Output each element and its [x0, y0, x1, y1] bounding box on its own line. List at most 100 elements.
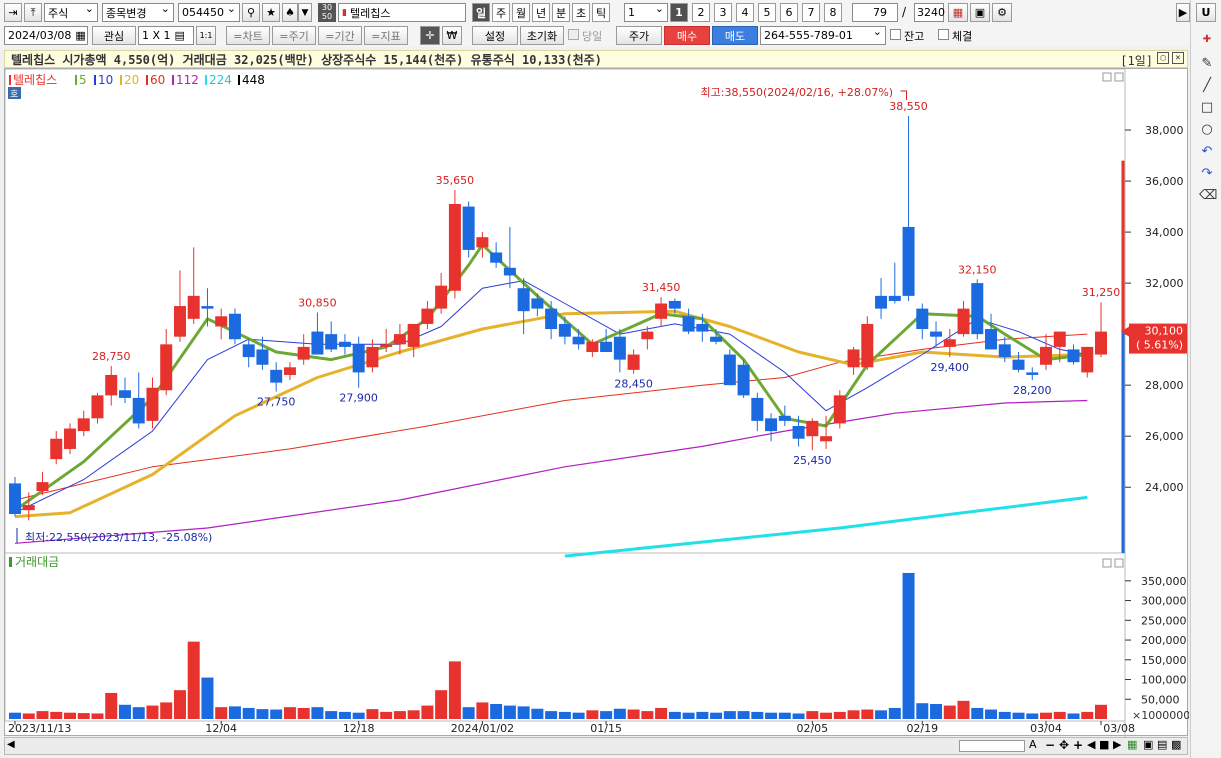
redo-icon[interactable]: ↷ — [1199, 166, 1215, 182]
rectangle-tool-icon[interactable]: □ — [1199, 100, 1215, 116]
play-back-icon[interactable]: ◀ — [1087, 738, 1095, 751]
stock-change-select[interactable]: 종목변경 — [102, 2, 174, 22]
candle-body — [668, 300, 681, 309]
stock-name-field[interactable]: ▮ 텔레칩스 — [338, 3, 466, 22]
ma60-line — [14, 333, 1088, 501]
print-icon[interactable]: ▣ — [1143, 738, 1153, 751]
layout-number-button[interactable]: 6 — [780, 3, 798, 22]
period-button[interactable]: 월 — [512, 3, 530, 22]
circle-tool-icon[interactable]: ○ — [1199, 122, 1215, 138]
search-icon[interactable]: ⚲ — [242, 3, 260, 22]
close-icon[interactable]: ✕ — [1172, 52, 1184, 64]
layout-number-button[interactable]: 8 — [824, 3, 842, 22]
zoom-slider[interactable] — [959, 740, 1025, 752]
layout-number-button[interactable]: 1 — [670, 3, 688, 22]
price-axis-label: 32,000 — [1145, 277, 1184, 290]
play-icon[interactable]: ▶ — [1113, 738, 1121, 751]
indicator-button[interactable]: =지표 — [364, 26, 408, 45]
chart-svg[interactable]: 38,00036,00034,00032,00030,00028,00026,0… — [4, 68, 1190, 737]
star-icon[interactable]: ★ — [262, 3, 280, 22]
spade-icon[interactable]: ♠ — [282, 3, 298, 22]
candle-body — [985, 329, 998, 350]
range-button[interactable]: =기간 — [318, 26, 362, 45]
volume-bar — [36, 711, 49, 719]
table-icon[interactable]: ▤ — [175, 29, 185, 42]
bottom-scrollbar[interactable]: ◀ A − ✥ + ◀ ■ ▶ ▦ ▣ ▤ ▩ — [4, 737, 1188, 755]
volume-bar — [366, 709, 379, 719]
zoom-in-icon[interactable]: + — [1073, 738, 1083, 752]
save-icon[interactable]: ▣ — [970, 3, 990, 22]
legend-ma-swatch — [75, 75, 77, 85]
link-icon[interactable]: ⤒ — [24, 3, 42, 22]
today-checkbox[interactable] — [568, 29, 579, 40]
layout-number-button[interactable]: 2 — [692, 3, 710, 22]
layout-number-button[interactable]: 5 — [758, 3, 776, 22]
line-tool-icon[interactable]: ╱ — [1199, 78, 1215, 94]
view-count-input[interactable]: 79 — [852, 3, 898, 22]
undo-icon[interactable]: ↶ — [1199, 144, 1215, 160]
restore-icon[interactable]: ▢ — [1157, 52, 1169, 64]
excel-icon[interactable]: ▦ — [1127, 738, 1137, 751]
interval-select[interactable]: 1 — [624, 2, 668, 22]
volume-bar — [998, 711, 1011, 719]
sell-button[interactable]: 매도 — [712, 26, 758, 45]
settings-button[interactable]: 설정 — [472, 26, 518, 45]
calendar-icon[interactable]: ▦ — [75, 29, 85, 42]
won-button[interactable]: ₩ — [442, 26, 462, 45]
date-input[interactable]: 2024/03/08 ▦ — [4, 26, 88, 45]
move-icon[interactable]: ✥ — [1059, 738, 1069, 752]
fill-checkbox[interactable] — [938, 29, 949, 40]
candle-body — [503, 267, 516, 276]
candle-body — [765, 418, 778, 432]
layout-number-button[interactable]: 3 — [714, 3, 732, 22]
volume-axis-label: 50,000 — [1141, 693, 1180, 706]
layout-number-button[interactable]: 7 — [802, 3, 820, 22]
one-to-one-icon[interactable]: 1:1 — [196, 26, 216, 45]
chart-button[interactable]: =차트 — [226, 26, 270, 45]
period-button[interactable]: 틱 — [592, 3, 610, 22]
gear-icon[interactable]: ⚙ — [992, 3, 1012, 22]
account-select[interactable]: 264-555-789-01 — [760, 25, 886, 45]
dropdown-icon[interactable]: ▼ — [298, 3, 312, 22]
layout-field[interactable]: 1 X 1 ▤ — [138, 26, 194, 45]
period-button[interactable]: 주 — [492, 3, 510, 22]
balance-checkbox[interactable] — [890, 29, 901, 40]
chart-area[interactable]: 38,00036,00034,00032,00030,00028,00026,0… — [4, 68, 1190, 737]
buy-button[interactable]: 매수 — [664, 26, 710, 45]
code-input[interactable]: 054450 — [178, 2, 240, 22]
candle-body — [146, 387, 159, 421]
candle-body — [710, 336, 723, 342]
tool-plus-icon[interactable]: ✚ — [1199, 32, 1215, 48]
market-select[interactable]: 주식 — [44, 2, 98, 22]
candle-body — [462, 206, 475, 250]
font-size-icon[interactable]: A — [1029, 738, 1037, 751]
pin-icon[interactable]: ⇥ — [4, 3, 22, 22]
period-button[interactable]: 년 — [532, 3, 550, 22]
grid-icon[interactable]: ▦ — [948, 3, 968, 22]
volume-bar — [270, 709, 283, 719]
main-toolbar: ⇥ ⤒ 주식 종목변경 054450 ⚲ ★ ♠ ▼ 30 50 ▮텔레칩스 일… — [0, 0, 1190, 25]
collapse-right-icon[interactable]: ▶ — [1176, 3, 1190, 22]
volume-bar — [737, 711, 750, 719]
price-button[interactable]: 주가 — [616, 26, 662, 45]
copy-icon[interactable]: ▤ — [1157, 738, 1167, 751]
period-button[interactable]: 초 — [572, 3, 590, 22]
scroll-left-icon[interactable]: ◀ — [7, 739, 15, 750]
reset-button[interactable]: 초기화 — [520, 26, 564, 45]
expand-icon[interactable]: ▩ — [1171, 738, 1181, 751]
candle-body — [1095, 331, 1107, 355]
stop-icon[interactable]: ■ — [1099, 738, 1109, 751]
period-button[interactable]: 분 — [552, 3, 570, 22]
candle-body — [696, 323, 709, 332]
watch-button[interactable]: 관심 — [92, 26, 136, 45]
u-button-icon[interactable]: U — [1196, 3, 1216, 22]
crosshair-icon[interactable]: ✛ — [420, 26, 440, 45]
zoom-out-icon[interactable]: − — [1045, 738, 1055, 752]
layout-number-button[interactable]: 4 — [736, 3, 754, 22]
volume-bar — [971, 707, 984, 719]
volume-bar — [875, 710, 888, 719]
eraser-icon[interactable]: ⌫ — [1199, 188, 1217, 204]
pen-tool-icon[interactable]: ✎ — [1199, 56, 1215, 72]
period-button[interactable]: 일 — [472, 3, 490, 22]
cycle-button[interactable]: =주기 — [272, 26, 316, 45]
